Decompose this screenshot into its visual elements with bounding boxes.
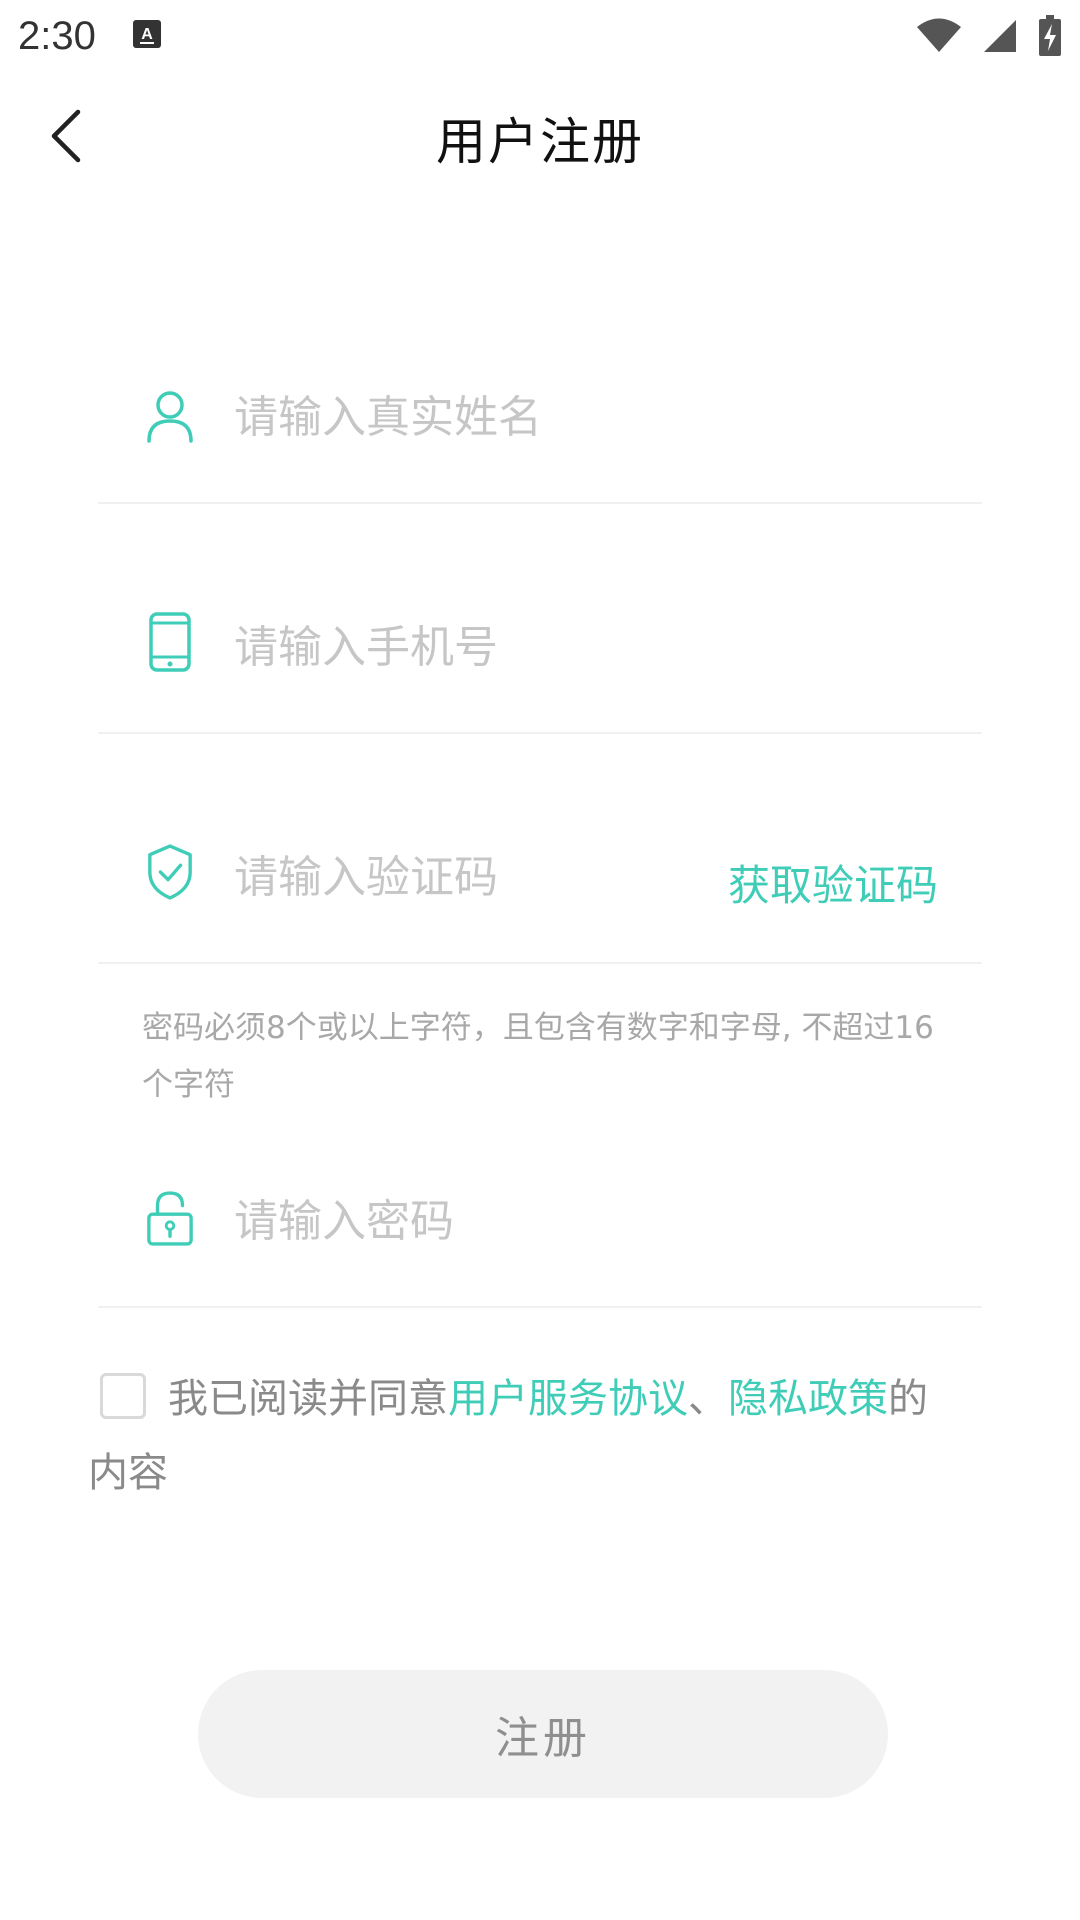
status-bar: 2:30 A bbox=[0, 0, 1080, 72]
register-button[interactable]: 注册 bbox=[198, 1670, 888, 1798]
shield-check-icon bbox=[146, 842, 194, 902]
password-input[interactable] bbox=[234, 1186, 934, 1256]
agreement-prefix: 我已阅读并同意 bbox=[168, 1376, 448, 1422]
terms-link[interactable]: 用户服务协议 bbox=[448, 1376, 688, 1422]
battery-charging-icon bbox=[1038, 15, 1062, 57]
signal-icon bbox=[982, 18, 1018, 54]
title-bar: 用户注册 bbox=[0, 92, 1080, 184]
agreement: 我已阅读并同意用户服务协议、隐私政策的内容 bbox=[88, 1362, 948, 1510]
wifi-icon bbox=[916, 18, 962, 54]
phone-icon bbox=[146, 612, 194, 672]
name-field-row bbox=[98, 276, 982, 504]
code-field-row: 获取验证码 bbox=[98, 736, 982, 964]
agreement-separator: 、 bbox=[688, 1376, 728, 1422]
lock-icon bbox=[146, 1188, 194, 1248]
name-input[interactable] bbox=[234, 382, 934, 452]
get-code-button[interactable]: 获取验证码 bbox=[728, 852, 938, 913]
password-field-row bbox=[98, 1080, 982, 1308]
phone-field-row bbox=[98, 506, 982, 734]
status-right bbox=[916, 15, 1062, 57]
keyboard-icon: A bbox=[132, 19, 162, 53]
svg-text:A: A bbox=[141, 26, 153, 43]
agree-checkbox[interactable] bbox=[100, 1373, 146, 1419]
status-left: 2:30 A bbox=[18, 14, 162, 59]
privacy-link[interactable]: 隐私政策 bbox=[728, 1376, 888, 1422]
status-time: 2:30 bbox=[18, 13, 96, 58]
code-input[interactable] bbox=[234, 842, 714, 912]
page-title: 用户注册 bbox=[436, 113, 644, 171]
phone-input[interactable] bbox=[234, 612, 934, 682]
user-icon bbox=[146, 386, 194, 446]
